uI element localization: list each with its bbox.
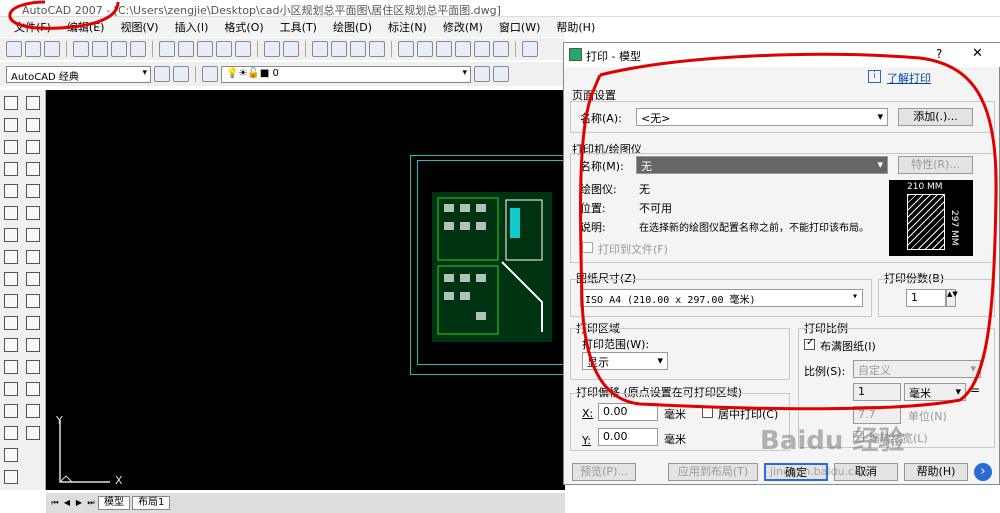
annotation-circle-file-menu (8, 0, 120, 30)
baidu-watermark-url: jingyan.baidu.com (770, 465, 872, 478)
baidu-watermark: Baidu 经验 (760, 426, 905, 456)
annotation-circle-dialog (578, 52, 998, 411)
